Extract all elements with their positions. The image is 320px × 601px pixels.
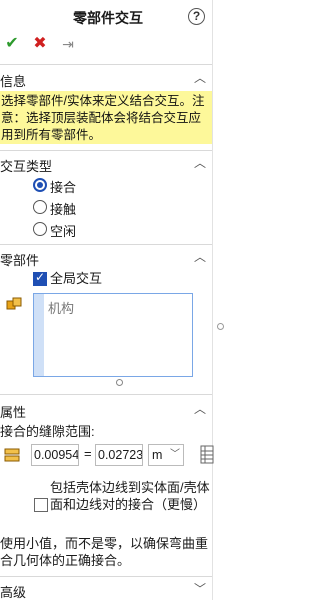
help-icon[interactable]: ? [188,8,205,25]
interaction-type-title: 交互类型 [0,159,53,174]
ok-check-icon[interactable]: ✔ [2,34,22,54]
interaction-type-header[interactable]: 交互类型 ︿ [0,154,212,174]
list-highlight [34,294,44,376]
component-selection-list[interactable]: 机构 [33,293,193,377]
gap-min-input[interactable]: 0.009548 [31,444,79,466]
panel-title: 零部件交互 [73,10,143,26]
list-placeholder: 机构 [48,301,75,316]
radio-unselected-icon[interactable] [33,222,47,236]
divider [0,150,212,151]
chevron-down-icon[interactable]: ﹀ [194,580,206,597]
chevron-up-icon[interactable]: ︿ [194,154,206,171]
radio-contact[interactable]: 接触 [33,198,203,217]
chevron-up-icon[interactable]: ︿ [194,248,206,265]
gap-range-label: 接合的缝隙范围: [0,424,95,439]
radio-selected-icon[interactable] [33,178,47,192]
components-title: 零部件 [0,253,40,268]
right-gutter [200,0,246,600]
divider [0,394,212,395]
properties-header[interactable]: 属性 ︿ [0,400,212,420]
info-section-title: 信息 [0,74,27,89]
divider [0,64,212,65]
radio-bonded[interactable]: 接合 [33,176,203,195]
gap-range-icon [4,448,20,462]
panel-resize-grip[interactable] [217,323,224,330]
radio-free[interactable]: 空闲 [33,220,203,239]
unit-select[interactable]: m ﹀ [148,444,184,466]
chevron-up-icon[interactable]: ︿ [194,69,206,86]
global-interaction-checkbox[interactable] [33,270,47,286]
global-interaction-label: 全局交互 [50,271,103,286]
components-header[interactable]: 零部件 ︿ [0,248,212,268]
title-bar: 零部件交互 ? [0,0,212,30]
gap-max-input[interactable]: 0.027233 [95,444,143,466]
unit-value: m [152,448,163,462]
radio-label: 空闲 [50,224,77,239]
divider [0,244,212,245]
pin-icon[interactable]: ⇥ [58,34,78,54]
component-icon [6,297,22,310]
cancel-x-icon[interactable]: ✖ [30,34,50,54]
properties-title: 属性 [0,405,27,420]
property-manager-panel: 零部件交互 ? ✔ ✖ ⇥ 信息 ︿ 选择零部件/实体来定义结合交互。注意：选择… [0,0,212,600]
table-icon[interactable] [200,445,216,465]
include-shell-checkbox[interactable] [34,498,48,512]
resize-handle[interactable] [116,379,123,386]
equals-sign: = [84,446,92,461]
radio-label: 接合 [50,180,77,195]
advanced-header[interactable]: 高级 ﹀ [0,580,212,600]
hint-text: 使用小值，而不是零，以确保弯曲重合几何体的正确接合。 [0,536,209,568]
info-message: 选择零部件/实体来定义结合交互。注意：选择顶层装配体会将结合交互应用到所有零部件… [0,91,212,144]
chevron-up-icon[interactable]: ︿ [194,400,206,417]
radio-unselected-icon[interactable] [33,200,47,214]
info-section-header[interactable]: 信息 ︿ [0,69,212,89]
radio-label: 接触 [50,202,77,217]
advanced-title: 高级 [0,585,27,600]
action-bar: ✔ ✖ ⇥ [0,34,212,58]
chevron-down-icon[interactable]: ﹀ [170,445,180,465]
include-shell-label: 包括壳体边线到实体面/壳体面和边线对的接合（更慢） [50,480,210,512]
divider [0,576,212,577]
